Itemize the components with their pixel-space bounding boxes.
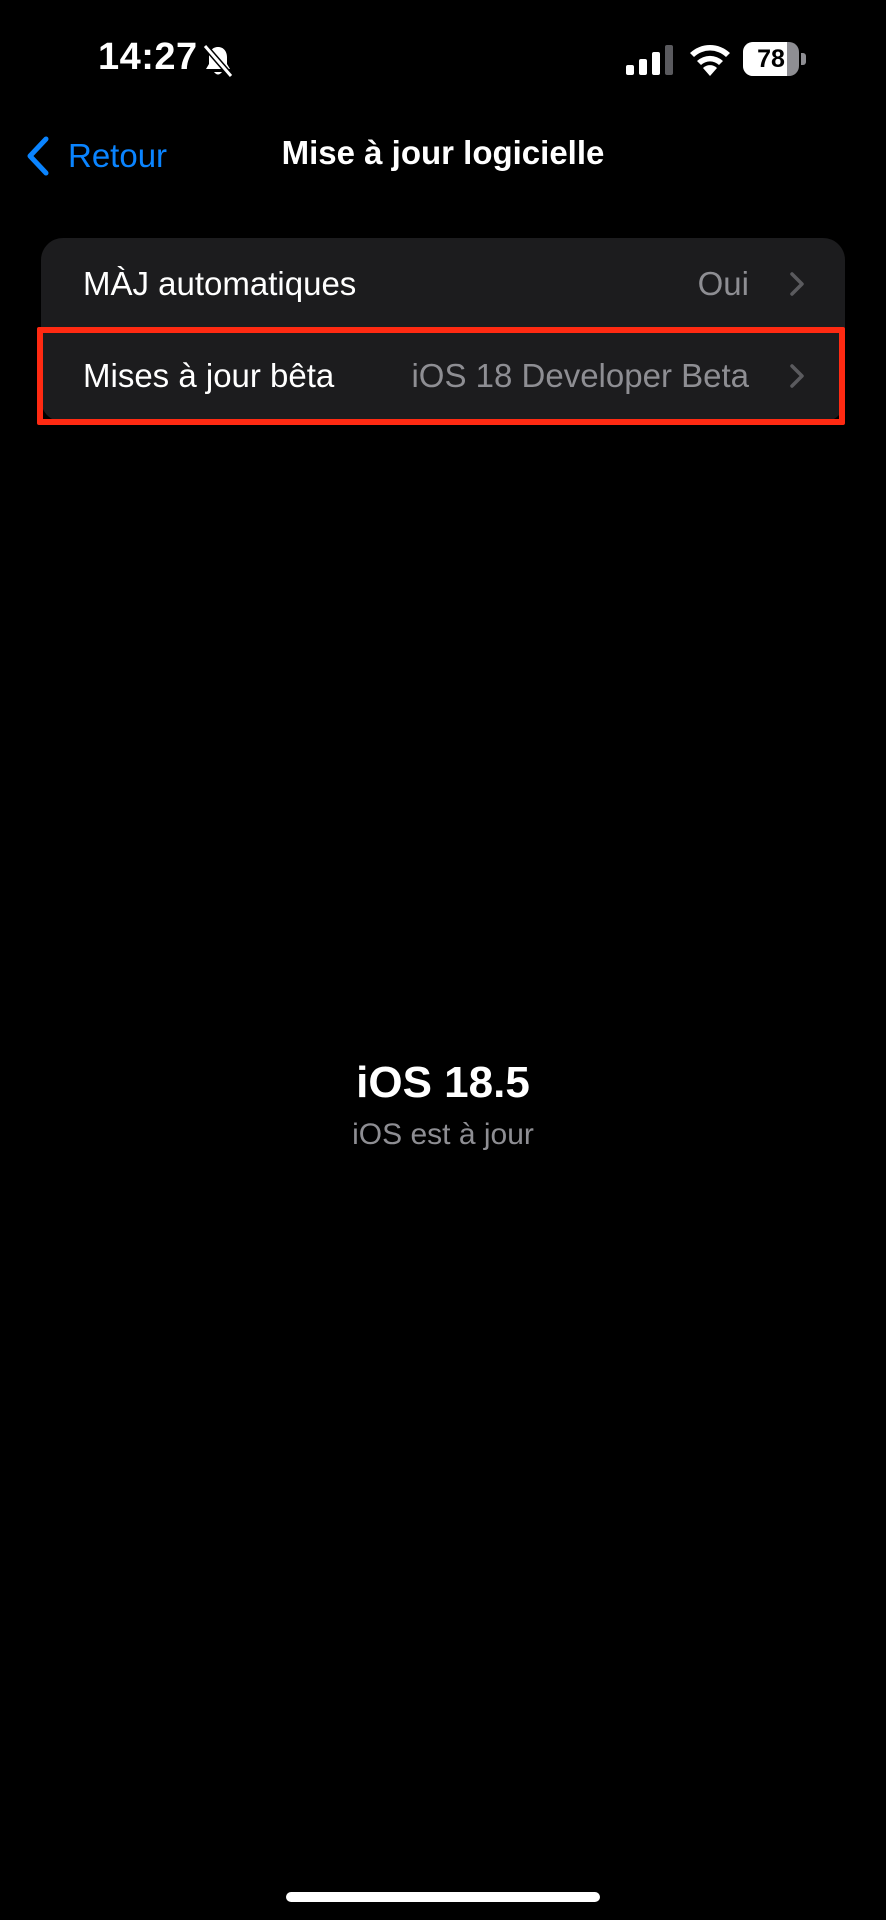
status-bar: 14:27 78 [0, 0, 886, 120]
chevron-right-icon [790, 364, 804, 388]
battery-level: 78 [757, 45, 785, 73]
battery-icon: 78 [743, 42, 807, 76]
auto-updates-value: Oui [697, 265, 749, 302]
navigation-bar: Retour Mise à jour logicielle [0, 120, 886, 192]
status-time: 14:27 [98, 36, 198, 78]
chevron-right-icon [790, 272, 804, 296]
page-title: Mise à jour logicielle [281, 134, 605, 171]
beta-updates-value: iOS 18 Developer Beta [411, 357, 749, 394]
settings-group: MÀJ automatiques Oui Mises à jour bêta i… [41, 238, 845, 422]
beta-updates-label: Mises à jour bêta [83, 357, 335, 394]
auto-updates-row[interactable]: MÀJ automatiques Oui [41, 238, 845, 330]
update-status: iOS est à jour [352, 1118, 534, 1151]
home-indicator[interactable] [286, 1892, 600, 1902]
beta-updates-row[interactable]: Mises à jour bêta iOS 18 Developer Beta [41, 330, 845, 422]
ios-version: iOS 18.5 [356, 1058, 530, 1107]
cellular-signal-icon [626, 45, 673, 75]
wifi-icon [690, 45, 730, 76]
auto-updates-label: MÀJ automatiques [83, 265, 357, 302]
bell-slash-icon [203, 44, 233, 78]
